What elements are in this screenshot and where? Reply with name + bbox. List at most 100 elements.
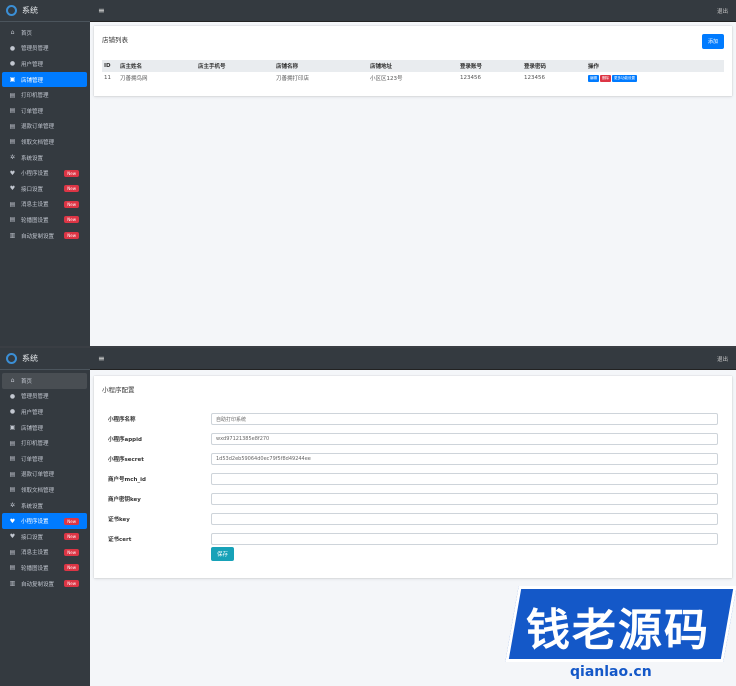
text-input[interactable]: wxd97121385e8f270 <box>211 433 718 445</box>
sidebar-item-label: 用户管理 <box>21 61 44 68</box>
sidebar-item-label: 首页 <box>21 30 33 37</box>
sidebar-item[interactable]: ● 管理员管理 <box>2 389 87 405</box>
sidebar-item[interactable]: ▣ 店铺管理 <box>2 420 87 436</box>
watermark-text: 钱老源码 <box>526 605 710 656</box>
form-row: 小程序appid wxd97121385e8f270 <box>108 433 718 445</box>
new-badge: New <box>64 533 79 541</box>
store-icon: ▣ <box>9 76 16 84</box>
sidebar-item[interactable]: ♥ 接口设置 New <box>2 181 87 197</box>
doc-icon: ▥ <box>9 580 16 588</box>
sidebar-item[interactable]: ● 用户管理 <box>2 56 87 72</box>
logout-link[interactable]: 退出 <box>717 355 728 363</box>
new-badge: New <box>64 548 79 556</box>
sidebar-item[interactable]: ▤ 轮播图设置 New <box>2 212 87 228</box>
form-row: 证书cert <box>108 533 718 545</box>
column-header: 操作 <box>586 60 724 72</box>
sidebar-item-label: 管理员管理 <box>21 394 49 401</box>
sidebar-item[interactable]: ✲ 系统设置 <box>2 498 87 514</box>
hamburger-menu-icon[interactable]: ≡ <box>98 354 105 363</box>
sidebar-item[interactable]: ▤ 轮播图设置 New <box>2 560 87 576</box>
sidebar-item[interactable]: ▤ 订单管理 <box>2 103 87 119</box>
sidebar-item[interactable]: ♥ 小程序设置 New <box>2 513 87 529</box>
save-button[interactable]: 保存 <box>211 547 235 561</box>
user-icon: ● <box>9 392 16 400</box>
shop-table: ID 店主姓名 店主手机号 店铺名称 店铺地址 登录账号 登录密码 操作 11 刀善拥鸟网 刀善拥… <box>102 60 724 84</box>
coupon-icon: ▤ <box>9 138 16 146</box>
brand-logo-icon <box>6 5 17 16</box>
sidebar-item-label: 订单管理 <box>21 456 44 463</box>
text-input[interactable] <box>211 513 718 525</box>
sidebar-item-label: 小程序设置 <box>21 519 49 526</box>
table-cell: 11 <box>104 75 111 81</box>
brand-logo-icon <box>6 353 17 364</box>
logout-link[interactable]: 退出 <box>717 7 728 15</box>
sidebar-item-label: 打印机管理 <box>21 441 49 448</box>
text-input[interactable] <box>211 493 718 505</box>
sidebar-item[interactable]: ▤ 退款订单管理 <box>2 467 87 483</box>
table-cell: 123456 <box>460 75 481 81</box>
brand[interactable]: 系统 <box>0 348 90 370</box>
field-label: 商户号mch_id <box>108 477 146 483</box>
column-header: 登录账号 <box>458 60 522 72</box>
sidebar-item[interactable]: ▤ 订单管理 <box>2 451 87 467</box>
sidebar-item-label: 消息主设置 <box>21 550 49 557</box>
sidebar-item[interactable]: ▤ 领取文档管理 <box>2 134 87 150</box>
new-badge: New <box>64 580 79 588</box>
order-icon: ▤ <box>9 107 16 115</box>
home-icon: ⌂ <box>10 29 15 37</box>
sidebar-item-label: 领取文档管理 <box>21 139 55 146</box>
sidebar-item[interactable]: ▤ 打印机管理 <box>2 87 87 103</box>
card-title: 小程序配置 <box>102 386 135 394</box>
brand[interactable]: 系统 <box>0 0 90 22</box>
sidebar-item[interactable]: ♥ 接口设置 New <box>2 529 87 545</box>
hamburger-menu-icon[interactable]: ≡ <box>98 6 105 15</box>
sidebar-item[interactable]: ♥ 小程序设置 New <box>2 165 87 181</box>
sidebar-item-label: 首页 <box>21 378 33 385</box>
delete-button[interactable]: 删除 <box>600 74 611 82</box>
new-badge: New <box>64 216 79 224</box>
text-input[interactable]: 1d53d2eb59064d0ec79f5f8d49244ee <box>211 453 718 465</box>
table-row: 11 刀善拥鸟网 刀善拥打印店 小区区123号 123456 123456 编辑 删除 更多功能… <box>102 72 724 84</box>
sidebar-item-label: 系统设置 <box>21 155 44 162</box>
sidebar-item[interactable]: ▤ 领取文档管理 <box>2 482 87 498</box>
refund-icon: ▤ <box>9 122 16 130</box>
sidebar-item[interactable]: ✲ 系统设置 <box>2 150 87 166</box>
sidebar-item[interactable]: ▤ 消息主设置 New <box>2 545 87 561</box>
table-cell <box>196 72 274 84</box>
refund-icon: ▤ <box>9 470 16 478</box>
sidebar-item-label: 管理员管理 <box>21 46 49 53</box>
heart-icon: ♥ <box>9 517 16 525</box>
text-input[interactable]: 自助打印系统 <box>211 413 718 425</box>
new-badge: New <box>64 185 79 193</box>
text-input[interactable] <box>211 533 718 545</box>
sidebar-item[interactable]: ▤ 退款订单管理 <box>2 119 87 135</box>
sidebar-item[interactable]: ▣ 店铺管理 <box>2 71 87 88</box>
new-badge: New <box>64 169 79 177</box>
table-cell: 刀善拥打印店 <box>276 76 310 82</box>
sidebar-item[interactable]: ▥ 自动复制设置 New <box>2 228 87 244</box>
sidebar-item[interactable]: ▤ 消息主设置 New <box>2 197 87 213</box>
brand-name: 系统 <box>22 354 38 363</box>
text-input[interactable] <box>211 473 718 485</box>
list-icon: ▤ <box>9 564 16 572</box>
sidebar-item[interactable]: ⌂ 首页 <box>2 25 87 41</box>
sidebar-item[interactable]: ● 用户管理 <box>2 404 87 420</box>
doc-icon: ▥ <box>9 232 16 240</box>
sidebar-item[interactable]: ▥ 自动复制设置 New <box>2 576 87 592</box>
add-shop-button[interactable]: 添加 <box>701 34 724 49</box>
list-icon: ▤ <box>9 548 16 556</box>
more-settings-button[interactable]: 更多功能设置 <box>612 74 637 82</box>
gear-icon: ✲ <box>9 502 16 510</box>
sidebar-item[interactable]: ● 管理员管理 <box>2 41 87 57</box>
edit-button[interactable]: 编辑 <box>588 74 599 82</box>
user-icon: ● <box>9 60 16 68</box>
sidebar-item[interactable]: ▤ 打印机管理 <box>2 435 87 451</box>
new-badge: New <box>64 200 79 208</box>
heart-icon: ♥ <box>9 533 16 541</box>
heart-icon: ♥ <box>9 169 16 177</box>
table-cell: 123456 <box>524 75 545 81</box>
table-header-row: ID 店主姓名 店主手机号 店铺名称 店铺地址 登录账号 登录密码 操作 <box>102 60 724 72</box>
gear-icon: ✲ <box>9 154 16 162</box>
form-row: 小程序名称 自助打印系统 <box>108 413 718 425</box>
sidebar-item[interactable]: ⌂ 首页 <box>2 373 87 389</box>
